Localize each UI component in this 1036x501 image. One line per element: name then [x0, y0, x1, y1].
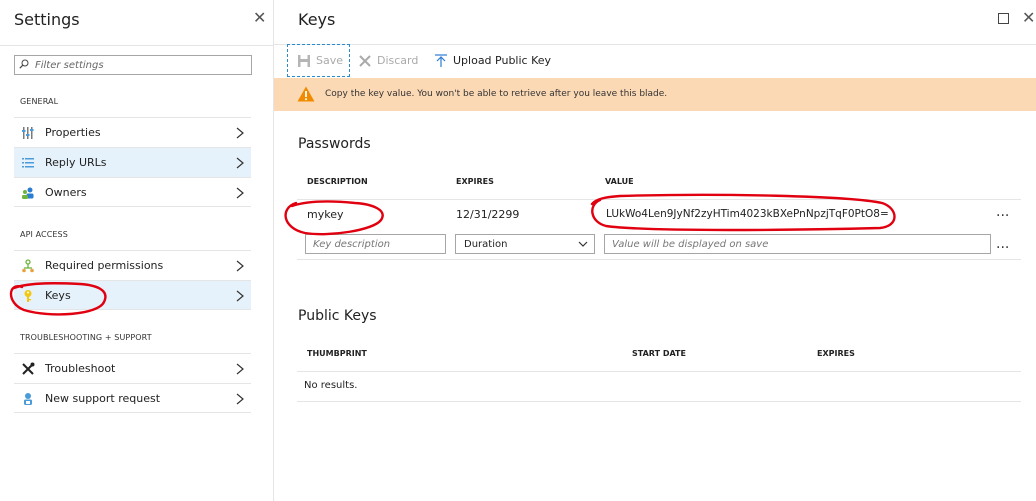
chevron-right-icon — [236, 363, 244, 375]
warning-text: Copy the key value. You won't be able to… — [325, 89, 668, 99]
divider — [297, 371, 1021, 372]
passwords-title: Passwords — [298, 136, 371, 152]
key-value-input[interactable] — [604, 234, 991, 254]
nav-item-required-permissions[interactable]: Required permissions — [14, 250, 251, 280]
column-header-description: DESCRIPTION — [307, 177, 368, 186]
row-more-button[interactable]: ... — [996, 204, 1009, 220]
upload-public-key-button[interactable]: Upload Public Key — [434, 44, 551, 77]
filter-settings-box[interactable] — [14, 55, 252, 75]
close-icon[interactable]: ✕ — [253, 9, 266, 27]
chevron-down-icon — [578, 241, 588, 247]
divider — [297, 199, 1021, 200]
nav-label: Troubleshoot — [45, 362, 116, 375]
maximize-icon[interactable] — [998, 13, 1009, 24]
divider — [0, 45, 274, 46]
new-row-more-button[interactable]: ... — [996, 236, 1009, 252]
settings-title: Settings — [14, 10, 80, 29]
keys-title: Keys — [298, 10, 336, 29]
nav-label: Properties — [45, 126, 101, 139]
no-results-text: No results. — [304, 380, 358, 391]
save-icon — [298, 54, 310, 67]
close-icon[interactable]: ✕ — [1022, 9, 1035, 27]
owners-icon — [22, 187, 34, 199]
list-icon — [22, 158, 34, 168]
warning-icon — [297, 86, 315, 102]
duration-label: Duration — [464, 239, 508, 250]
settings-blade: Settings ✕ GENERAL Properties Reply URLs — [0, 0, 274, 501]
nav-item-keys[interactable]: Keys — [14, 280, 251, 310]
chevron-right-icon — [236, 127, 244, 139]
chevron-right-icon — [236, 290, 244, 302]
discard-button[interactable]: Discard — [358, 44, 418, 77]
support-icon — [24, 393, 32, 405]
discard-label: Discard — [377, 54, 419, 67]
nav-item-reply-urls[interactable]: Reply URLs — [14, 147, 251, 177]
nav-label: Required permissions — [45, 259, 164, 272]
nav-item-properties[interactable]: Properties — [14, 117, 251, 147]
key-description-input[interactable] — [305, 234, 446, 254]
chevron-right-icon — [236, 187, 244, 199]
password-description-cell: mykey — [307, 208, 344, 221]
column-header-expires: EXPIRES — [817, 349, 855, 358]
divider — [297, 259, 1021, 260]
duration-select[interactable]: Duration — [455, 234, 595, 254]
chevron-right-icon — [236, 393, 244, 405]
section-header-api-access: API ACCESS — [20, 230, 68, 239]
nav-item-new-support-request[interactable]: New support request — [14, 383, 251, 413]
column-header-expires: EXPIRES — [456, 177, 494, 186]
search-icon — [19, 59, 29, 69]
divider — [297, 401, 1021, 402]
nav-label: New support request — [45, 392, 161, 405]
chevron-right-icon — [236, 157, 244, 169]
save-label: Save — [316, 54, 344, 67]
warning-banner: Copy the key value. You won't be able to… — [274, 78, 1036, 111]
public-keys-title: Public Keys — [298, 308, 377, 324]
save-button[interactable]: Save — [287, 44, 350, 77]
properties-icon — [22, 127, 34, 139]
nav-label: Owners — [45, 186, 87, 199]
discard-icon — [359, 54, 371, 67]
upload-label: Upload Public Key — [453, 54, 552, 67]
permissions-icon — [22, 259, 34, 273]
password-value-cell[interactable]: LUkWo4Len9JyNf2zyHTim4023kBXePnNpzjTqF0P… — [606, 208, 889, 220]
column-header-value: VALUE — [605, 177, 634, 186]
upload-icon — [435, 53, 447, 67]
nav-label: Keys — [45, 289, 71, 302]
nav-item-troubleshoot[interactable]: Troubleshoot — [14, 353, 251, 383]
section-header-general: GENERAL — [20, 97, 59, 106]
password-expires-cell: 12/31/2299 — [456, 208, 520, 221]
filter-settings-input[interactable] — [35, 57, 247, 73]
chevron-right-icon — [236, 260, 244, 272]
column-header-thumbprint: THUMBPRINT — [307, 349, 367, 358]
nav-label: Reply URLs — [45, 156, 107, 169]
key-icon — [24, 290, 32, 302]
nav-item-owners[interactable]: Owners — [14, 177, 251, 207]
section-header-troubleshooting: TROUBLESHOOTING + SUPPORT — [20, 333, 152, 342]
column-header-start-date: START DATE — [632, 349, 686, 358]
tools-icon — [22, 362, 35, 375]
